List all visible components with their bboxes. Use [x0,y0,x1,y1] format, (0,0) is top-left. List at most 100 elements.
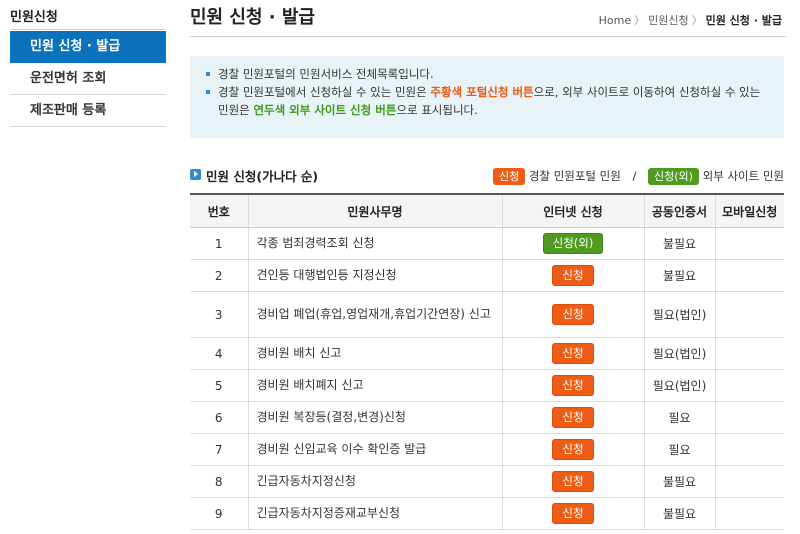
notice-box: 경찰 민원포털의 민원서비스 전체목록입니다. 경찰 민원포털에서 신청하실 수… [190,56,784,138]
row-number: 3 [190,291,248,338]
certificate-requirement: 필요 [643,401,715,434]
certificate-requirement: 불필요 [643,465,715,498]
table-row: 7 경비원 신임교육 이수 확인증 발급 신청 필요 [190,433,784,466]
mobile-apply [714,291,784,338]
certificate-requirement: 필요(법인) [643,369,715,402]
main-content: 민원 신청 · 발급 Home 〉 민원신청 〉 민원 신청 · 발급 경찰 민원포털의… [190,0,786,534]
title-divider [190,36,786,37]
sidebar-title: 민원신청 [10,10,58,25]
service-name: 경비원 배치 신고 [247,337,502,370]
row-number: 9 [190,497,248,530]
section-header: 민원 신청(가나다 순) 신청 경찰 민원포털 민원 / 신청(외) 외부 사이… [190,166,786,188]
service-name: 긴급자동차지정증재교부신청 [247,497,502,530]
col-header-number: 번호 [190,193,248,228]
breadcrumb-current: 민원 신청 · 발급 [705,14,782,27]
table-row: 9 긴급자동차지정증재교부신청 신청 불필요 [190,497,784,530]
certificate-requirement: 불필요 [643,227,715,260]
row-number: 5 [190,369,248,402]
notice-text-2c: 으로, 외부 사이트로 이동하여 신청하실 수 있는 [533,85,761,99]
mobile-apply [714,259,784,292]
table-row: 6 경비원 복장등(결정,변경)신청 신청 필요 [190,401,784,434]
certificate-requirement: 불필요 [643,497,715,530]
col-header-online-apply: 인터넷 신청 [501,193,644,228]
apply-cell: 신청 [501,259,644,292]
play-arrow-icon [190,169,201,180]
sidebar-item-license-inquiry[interactable]: 운전면허 조회 [10,63,166,95]
apply-cell: 신청 [501,497,644,530]
mobile-apply [714,337,784,370]
apply-cell: 신청 [501,401,644,434]
breadcrumb-home[interactable]: Home [599,14,631,27]
service-name: 경비원 신임교육 이수 확인증 발급 [247,433,502,466]
mobile-apply [714,369,784,402]
notice-text-1: 경찰 민원포털의 민원서비스 전체목록입니다. [218,67,434,81]
legend-portal-badge: 신청 [492,168,526,185]
service-name: 경비업 폐업(휴업,영업재개,휴업기간연장) 신고 [247,291,502,338]
portal-apply-button[interactable]: 신청 [552,343,594,364]
page-title: 민원 신청 · 발급 [190,7,315,28]
apply-cell: 신청(외) [501,227,644,260]
breadcrumb: Home 〉 민원신청 〉 민원 신청 · 발급 [599,12,782,28]
breadcrumb-chevron-icon: 〉 [634,14,646,27]
mobile-apply [714,497,784,530]
mobile-apply [714,465,784,498]
notice-line-2: 경찰 민원포털에서 신청하실 수 있는 민원은 주황색 포털신청 버튼으로, 외… [204,83,770,119]
legend: 신청 경찰 민원포털 민원 / 신청(외) 외부 사이트 민원 [492,168,784,185]
portal-apply-button[interactable]: 신청 [552,503,594,524]
certificate-requirement: 필요 [643,433,715,466]
portal-apply-button[interactable]: 신청 [552,407,594,428]
notice-line-1: 경찰 민원포털의 민원서비스 전체목록입니다. [204,65,770,83]
sidebar: 민원신청 민원 신청 · 발급 운전면허 조회 제조판매 등록 [0,0,168,534]
service-name: 각종 범죄경력조회 신청 [247,227,502,260]
notice-external-highlight: 연두색 외부 사이트 신청 버튼 [253,103,397,117]
row-number: 7 [190,433,248,466]
apply-cell: 신청 [501,433,644,466]
apply-cell: 신청 [501,337,644,370]
certificate-requirement: 불필요 [643,259,715,292]
col-header-service-name: 민원사무명 [247,193,502,228]
external-apply-button[interactable]: 신청(외) [542,233,604,254]
table-row: 3 경비업 폐업(휴업,영업재개,휴업기간연장) 신고 신청 필요(법인) [190,291,784,338]
portal-apply-button[interactable]: 신청 [552,304,594,325]
apply-cell: 신청 [501,465,644,498]
apply-cell: 신청 [501,369,644,402]
legend-portal-label: 경찰 민원포털 민원 [528,169,621,183]
apply-cell: 신청 [501,291,644,338]
notice-text-2d: 민원은 [218,103,254,117]
breadcrumb-chevron-icon: 〉 [691,14,703,27]
notice-text-2f: 으로 표시됩니다. [396,103,478,117]
portal-apply-button[interactable]: 신청 [552,375,594,396]
section-title: 민원 신청(가나다 순) [206,169,319,184]
col-header-certificate: 공동인증서 [643,193,715,228]
service-name: 긴급자동차지정신청 [247,465,502,498]
sidebar-item-apply-issue[interactable]: 민원 신청 · 발급 [10,31,166,63]
table-row: 2 견인등 대행법인등 지정신청 신청 불필요 [190,259,784,292]
service-name: 경비원 복장등(결정,변경)신청 [247,401,502,434]
mobile-apply [714,227,784,260]
service-name: 견인등 대행법인등 지정신청 [247,259,502,292]
mobile-apply [714,401,784,434]
table-header-row: 번호 민원사무명 인터넷 신청 공동인증서 모바일신청 [190,193,784,228]
notice-portal-highlight: 주황색 포털신청 버튼 [430,85,534,99]
table-row: 1 각종 범죄경력조회 신청 신청(외) 불필요 [190,227,784,260]
row-number: 2 [190,259,248,292]
service-name: 경비원 배치폐지 신고 [247,369,502,402]
legend-separator: / [632,169,637,183]
portal-apply-button[interactable]: 신청 [552,265,594,286]
service-table: 번호 민원사무명 인터넷 신청 공동인증서 모바일신청 1 각종 범죄경력조회 신… [190,193,784,530]
row-number: 6 [190,401,248,434]
breadcrumb-section[interactable]: 민원신청 [648,14,688,27]
table-row: 8 긴급자동차지정신청 신청 불필요 [190,465,784,498]
sidebar-item-manufacture-registration[interactable]: 제조판매 등록 [10,95,166,127]
portal-apply-button[interactable]: 신청 [552,471,594,492]
sidebar-divider [10,29,166,30]
certificate-requirement: 필요(법인) [643,337,715,370]
legend-external-label: 외부 사이트 민원 [702,169,784,183]
row-number: 8 [190,465,248,498]
col-header-mobile: 모바일신청 [714,193,784,228]
table-row: 4 경비원 배치 신고 신청 필요(법인) [190,337,784,370]
certificate-requirement: 필요(법인) [643,291,715,338]
portal-apply-button[interactable]: 신청 [552,439,594,460]
table-row: 5 경비원 배치폐지 신고 신청 필요(법인) [190,369,784,402]
legend-external-badge: 신청(외) [648,168,699,185]
